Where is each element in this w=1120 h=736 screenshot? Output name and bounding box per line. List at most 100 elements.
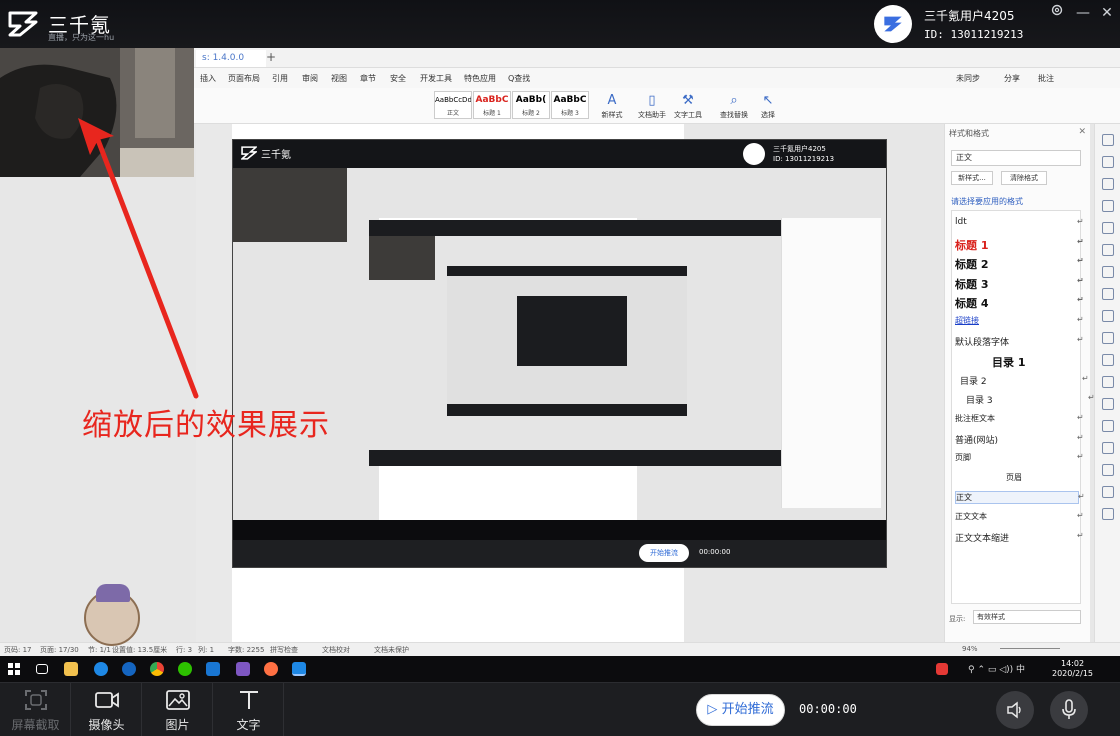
zoom-slider[interactable] [1000, 648, 1060, 649]
side-tool-icon[interactable] [1102, 266, 1114, 278]
menu-item[interactable]: 页面布局 [228, 73, 260, 84]
style-item-label: 页脚 [955, 453, 971, 463]
menu-item[interactable]: 开发工具 [420, 73, 452, 84]
side-tool-icon[interactable] [1102, 508, 1114, 520]
file-explorer-icon[interactable] [64, 662, 78, 676]
menu-item[interactable]: 未同步 [956, 73, 980, 84]
menu-item[interactable]: 特色应用 [464, 73, 496, 84]
sanqianke-taskbar-icon[interactable] [292, 662, 306, 676]
chrome-icon[interactable] [150, 662, 164, 676]
paragraph-return-icon: ↵ [1077, 275, 1084, 285]
side-tool-icon[interactable] [1102, 376, 1114, 388]
side-tool-icon[interactable] [1102, 442, 1114, 454]
current-style-select[interactable]: 正文 [951, 150, 1081, 166]
speaker-button[interactable] [996, 691, 1034, 729]
style-list-item[interactable]: 标题 3 ↵ [955, 276, 1084, 292]
menu-item[interactable]: Q查找 [508, 73, 530, 84]
style-list-item[interactable]: 标题 2 ↵ [955, 256, 1084, 272]
find-replace-tool[interactable]: ⌕ 查找替换 [718, 92, 750, 120]
system-clock[interactable]: 14:02 2020/2/15 [1052, 659, 1093, 679]
clear-format-button[interactable]: 清除格式 [1001, 171, 1047, 185]
style-list-item[interactable]: 正文 ↵ [955, 491, 1085, 505]
ie-icon[interactable] [122, 662, 136, 676]
spell-check[interactable]: 拼写检查 [270, 645, 298, 655]
menu-item[interactable]: 批注 [1038, 73, 1054, 84]
style-list-item[interactable]: 超链接 ↵ [955, 315, 1084, 326]
style-list-item[interactable]: 标题 1 ↵ [955, 237, 1084, 253]
screen-capture-button[interactable]: 屏幕截取 [0, 683, 71, 736]
app-icon[interactable] [236, 662, 250, 676]
style-list-item[interactable]: 正文文本缩进 ↵ [955, 531, 1084, 544]
new-style-tool[interactable]: A 新样式 [596, 92, 628, 120]
style-gallery-item[interactable]: AaBbC 标题 3 [551, 91, 589, 119]
style-list-item[interactable]: 目录 1↵ [992, 354, 1120, 370]
task-view-icon[interactable] [36, 664, 48, 674]
doc-protection[interactable]: 文档未保护 [374, 645, 409, 655]
style-list-item[interactable]: 页眉↵ [1006, 472, 1022, 483]
clock-date: 2020/2/15 [1052, 669, 1094, 678]
side-tool-icon[interactable] [1102, 134, 1114, 146]
side-tool-icon[interactable] [1102, 200, 1114, 212]
start-stream-button[interactable]: ▷ 开始推流 [696, 694, 785, 726]
style-list-item[interactable]: 默认段落字体 ↵ [955, 335, 1084, 348]
style-gallery-item[interactable]: AaBbCcDd 正文 [434, 91, 472, 119]
style-list-item[interactable]: 目录 3 ↵ [966, 393, 1095, 406]
side-tool-icon[interactable] [1102, 288, 1114, 300]
camera-feed[interactable] [0, 48, 194, 177]
tray-icons[interactable]: ⚲ ⌃ ▭ ◁)) 中 [968, 662, 1025, 675]
doc-proofread[interactable]: 文档校对 [322, 645, 350, 655]
side-tool-icon[interactable] [1102, 486, 1114, 498]
style-gallery-item[interactable]: AaBbC 标题 1 [473, 91, 511, 119]
close-button[interactable]: ✕ [1096, 3, 1118, 23]
microphone-button[interactable] [1050, 691, 1088, 729]
edge-icon[interactable] [94, 662, 108, 676]
menu-item[interactable]: 章节 [360, 73, 376, 84]
side-tool-icon[interactable] [1102, 222, 1114, 234]
menu-item[interactable]: 视图 [331, 73, 347, 84]
windows-start-icon[interactable] [8, 663, 20, 675]
style-list-item[interactable]: 批注框文本 ↵ [955, 413, 1084, 424]
side-tool-icon[interactable] [1102, 310, 1114, 322]
menu-item[interactable]: 引用 [272, 73, 288, 84]
new-style-button[interactable]: 新样式... [951, 171, 993, 185]
show-select[interactable]: 有效样式 [973, 610, 1081, 624]
close-icon[interactable]: ✕ [1078, 127, 1086, 137]
side-tool-icon[interactable] [1102, 178, 1114, 190]
image-button[interactable]: 图片 [142, 683, 213, 736]
side-tool-icon[interactable] [1102, 420, 1114, 432]
style-gallery-item[interactable]: AaBb( 标题 2 [512, 91, 550, 119]
new-tab-icon[interactable]: + [266, 50, 276, 64]
tray-icon[interactable] [936, 663, 948, 675]
menu-item[interactable]: 插入 [200, 73, 216, 84]
side-tool-icon[interactable] [1102, 332, 1114, 344]
select-tool[interactable]: ↖ 选择 [752, 92, 784, 120]
style-list-item[interactable]: 普通(网站) ↵ [955, 433, 1084, 446]
side-tool-icon[interactable] [1102, 464, 1114, 476]
camera-image [0, 48, 194, 177]
style-list-item[interactable]: 目录 2 ↵ [960, 374, 1089, 387]
style-list-item[interactable]: 页脚 ↵ [955, 452, 1084, 463]
side-tool-icon[interactable] [1102, 398, 1114, 410]
status-setting: 设置值: 13.5厘米 [112, 646, 168, 654]
menu-item[interactable]: 安全 [390, 73, 406, 84]
camera-button[interactable]: 摄像头 [71, 683, 142, 736]
side-tool-icon[interactable] [1102, 244, 1114, 256]
document-tab[interactable]: s: 1.4.0.0 [196, 50, 266, 67]
text-button[interactable]: 文字 [213, 683, 284, 736]
zoom-level[interactable]: 94% [962, 645, 978, 653]
doc-assistant-tool[interactable]: ▯ 文档助手 [636, 92, 668, 120]
avatar[interactable] [874, 5, 912, 43]
side-tool-icon[interactable] [1102, 156, 1114, 168]
menu-item[interactable]: 分享 [1004, 73, 1020, 84]
wps-icon[interactable] [206, 662, 220, 676]
settings-button[interactable] [1046, 3, 1068, 23]
minimize-button[interactable]: — [1072, 3, 1094, 23]
side-tool-icon[interactable] [1102, 354, 1114, 366]
browser-icon[interactable] [264, 662, 278, 676]
wechat-icon[interactable] [178, 662, 192, 676]
style-list-item[interactable]: 标题 4 ↵ [955, 295, 1084, 311]
text-tool[interactable]: ⚒ 文字工具 [672, 92, 704, 120]
style-list-item[interactable]: ldt ↵ [955, 217, 1084, 227]
menu-item[interactable]: 审阅 [302, 73, 318, 84]
style-list-item[interactable]: 正文文本 ↵ [955, 511, 1084, 522]
